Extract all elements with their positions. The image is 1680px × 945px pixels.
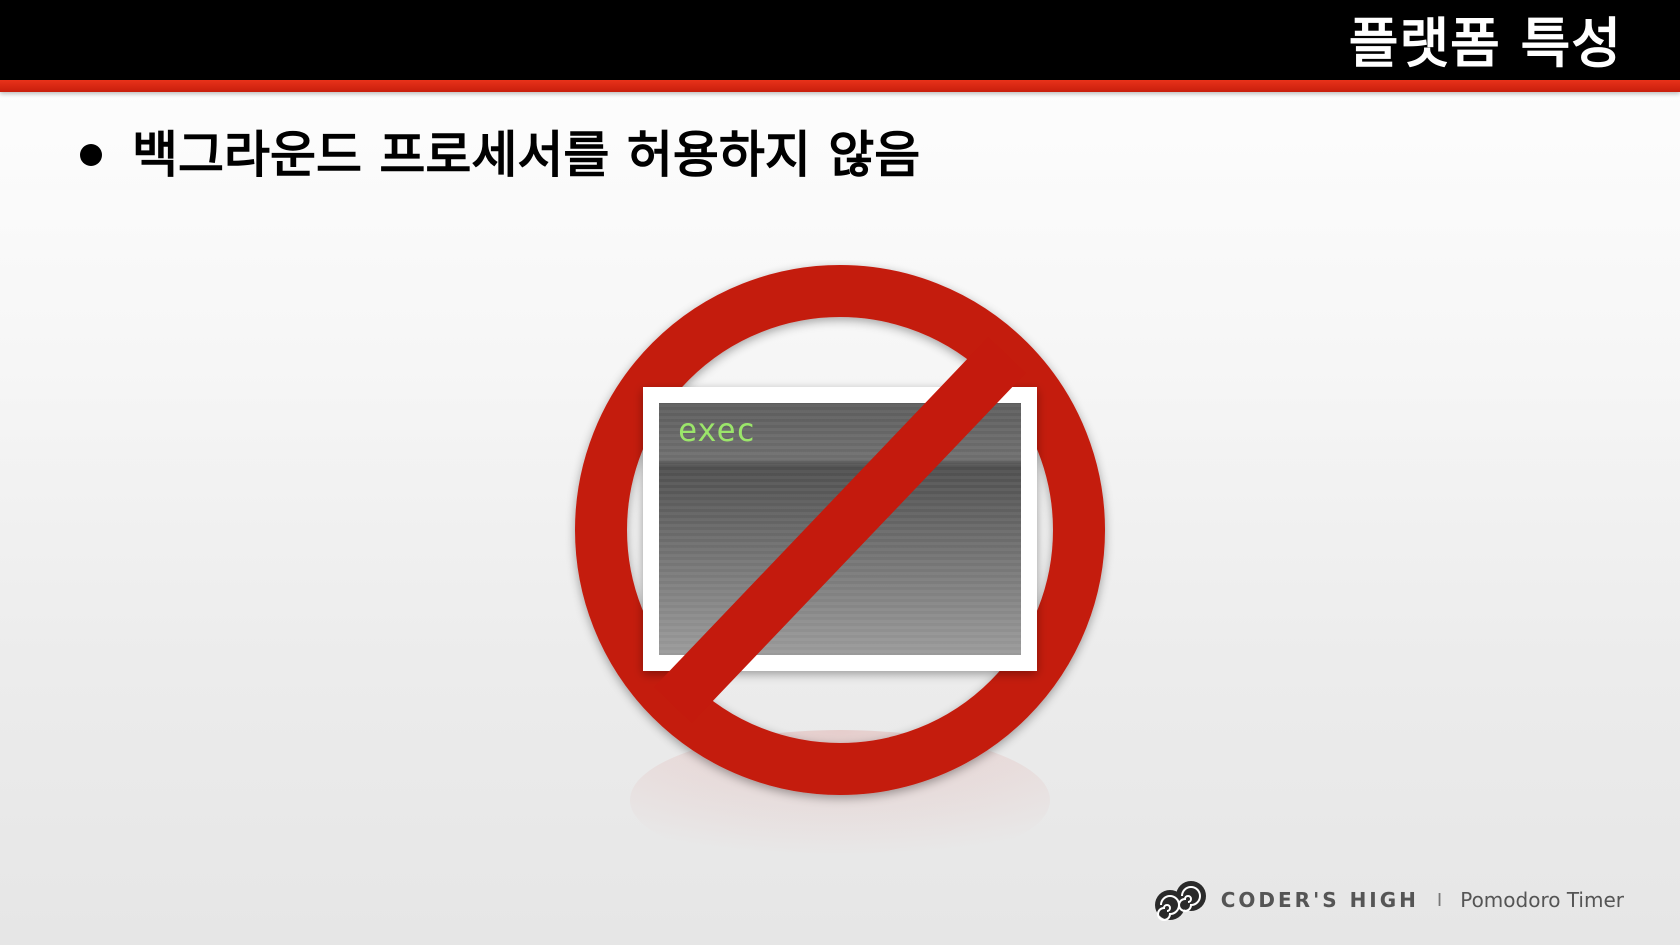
- footer-brand: CODER'S HIGH: [1220, 888, 1419, 912]
- footer-product-name: Pomodoro Timer: [1460, 888, 1624, 912]
- bullet-text: 백그라운드 프로세서를 허용하지 않음: [132, 126, 921, 184]
- terminal-command-text: exec: [678, 411, 755, 449]
- footer-separator: I: [1436, 889, 1443, 911]
- footer: CODER'S HIGH I Pomodoro Timer: [1151, 875, 1624, 925]
- bullet-item: 백그라운드 프로세서를 허용하지 않음: [80, 120, 920, 190]
- slide-title: 플랫폼 특성: [1348, 12, 1622, 75]
- header-accent-stripe: [0, 80, 1680, 92]
- coders-high-logo-icon: [1154, 881, 1206, 921]
- prohibited-terminal-icon: exec: [575, 265, 1105, 870]
- bullet-dot-icon: [80, 144, 102, 166]
